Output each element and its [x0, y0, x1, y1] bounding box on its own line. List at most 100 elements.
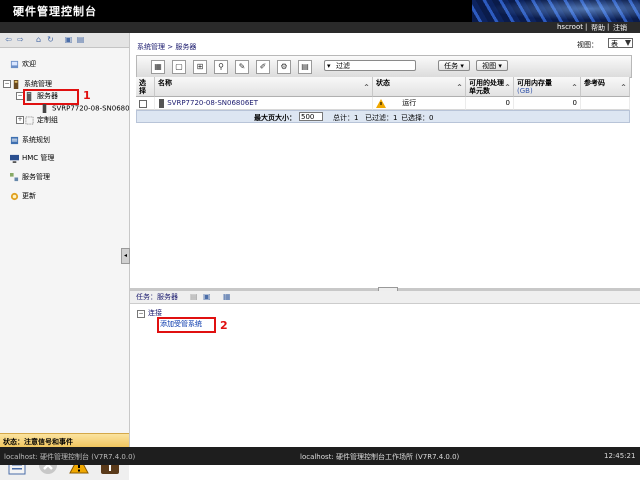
- view-label: 视图：: [577, 41, 598, 49]
- nav-system-plans-label: 系统规划: [22, 136, 50, 144]
- home-icon[interactable]: ⌂: [34, 36, 43, 44]
- nav-system-mgmt-label: 系统管理: [24, 80, 52, 88]
- user-bar: hscroot | 帮助 | 注销: [0, 22, 640, 33]
- nav-service-management[interactable]: 服务管理: [10, 172, 50, 182]
- nav-welcome-label: 欢迎: [22, 60, 36, 68]
- highlight-box-1: [23, 89, 79, 105]
- tasks-title: 任务：服务器: [136, 293, 178, 301]
- tasks-view-icon[interactable]: ▣: [203, 292, 211, 301]
- tasks-panel: 任务：服务器 ▤ ▣ ▦ − 连接 添加受管系统 2: [130, 291, 640, 447]
- custom-groups-expander[interactable]: +: [16, 116, 24, 124]
- row-avail-mem: 0: [514, 97, 581, 110]
- taskbar-item-workplace[interactable]: localhost: 硬件管理控制台工作场所 (V7R7.4.0.0): [300, 452, 459, 462]
- row-checkbox-cell[interactable]: [136, 97, 155, 110]
- updates-icon: [10, 192, 19, 200]
- filtered-count: 已过滤：1: [365, 114, 398, 122]
- taskbar: localhost: 硬件管理控制台 (V7R7.4.0.0) localhos…: [0, 447, 640, 465]
- system-mgmt-expander[interactable]: −: [3, 80, 11, 88]
- chevron-down-icon: [625, 40, 631, 46]
- navigation-panel: ⇦ ⇨ ⌂ ↻ ▣ ▤ 欢迎 − 系统管理 − 服务器 1 SVRP7720-0…: [0, 33, 143, 480]
- col-select[interactable]: 选择: [136, 77, 155, 97]
- taskbar-item-console[interactable]: localhost: 硬件管理控制台 (V7R7.4.0.0): [4, 452, 135, 462]
- table-row[interactable]: SVRP7720-08-SN06806ET: [155, 97, 373, 110]
- filter-input[interactable]: ▾ 过滤: [324, 60, 416, 71]
- highlight-box-2: [157, 317, 216, 333]
- taskbar-clock: 12:45:21: [604, 452, 636, 460]
- view-select[interactable]: 表: [608, 38, 633, 48]
- back-arrow-icon[interactable]: ⇦: [4, 36, 13, 44]
- main-content: 系统管理 > 服务器 视图： 表 ▦ ▢ ⊞ ⚲ ✎ ✐ ⚙ ▤ ▾ 过滤 任务…: [130, 33, 640, 288]
- title-bar: 硬件管理控制台: [0, 0, 640, 22]
- nav-updates[interactable]: 更新: [10, 191, 36, 201]
- row-status: 运行: [402, 99, 417, 107]
- max-page-label: 最大页大小：: [254, 114, 296, 122]
- views-menu-button[interactable]: 视图 ▾: [476, 60, 508, 71]
- breadcrumb[interactable]: 系统管理 > 服务器: [137, 42, 196, 52]
- nav-welcome[interactable]: 欢迎: [10, 59, 36, 69]
- system-mgmt-icon: [13, 79, 19, 89]
- task-group-expander[interactable]: −: [137, 308, 145, 318]
- server-entry-icon: [42, 104, 47, 113]
- nav-service-mgmt-label: 服务管理: [22, 173, 50, 181]
- row-checkbox[interactable]: [139, 100, 147, 108]
- nav-system-management[interactable]: 系统管理: [12, 79, 52, 89]
- expand-all-icon[interactable]: ▣: [64, 36, 73, 44]
- collapse-nav-handle[interactable]: ◂: [121, 248, 130, 264]
- nav-hmc-mgmt-label: HMC 管理: [22, 154, 55, 162]
- user-name: hscroot: [557, 23, 583, 31]
- tasks-menu-button[interactable]: 任务 ▾: [438, 60, 470, 71]
- row-avail-proc: 0: [466, 97, 514, 110]
- annotation-label-1: 1: [83, 89, 91, 102]
- nav-custom-groups[interactable]: 定制组: [25, 115, 58, 125]
- system-plans-icon: [10, 136, 19, 144]
- status-title: 状态：注意信号和事件: [3, 438, 73, 446]
- col-avail-proc[interactable]: 可用的处理单元数 ^: [466, 77, 514, 97]
- tasks-menu-icon[interactable]: ▦: [223, 292, 231, 301]
- deselect-all-icon[interactable]: ▢: [172, 60, 186, 74]
- column-config-icon[interactable]: ⊞: [193, 60, 207, 74]
- filter-chevron-icon: ▾: [327, 62, 331, 70]
- table-footer: 最大页大小： 500 总计：1 已过滤：1 已选择：0: [136, 110, 630, 123]
- help-link[interactable]: 帮助: [591, 23, 605, 33]
- server-icon: [159, 98, 164, 108]
- annotation-label-2: 2: [220, 319, 228, 332]
- col-status[interactable]: 状态 ^: [373, 77, 466, 97]
- nav-custom-groups-label: 定制组: [37, 116, 58, 124]
- tasks-header: 任务：服务器 ▤ ▣ ▦: [130, 291, 640, 304]
- logoff-link[interactable]: 注销: [613, 23, 627, 33]
- collapse-tasks-icon[interactable]: ▤: [190, 292, 198, 301]
- edit-sort-icon[interactable]: ✎: [235, 60, 249, 74]
- filter-placeholder: 过滤: [336, 62, 350, 70]
- table-toolbar: ▦ ▢ ⊞ ⚲ ✎ ✐ ⚙ ▤ ▾ 过滤 任务 ▾ 视图 ▾: [136, 55, 632, 78]
- show-filter-icon[interactable]: ⚲: [214, 60, 228, 74]
- collapse-all-icon[interactable]: ▤: [76, 36, 85, 44]
- app-title: 硬件管理控制台: [13, 5, 97, 18]
- nav-system-plans[interactable]: 系统规划: [10, 135, 50, 145]
- nav-updates-label: 更新: [22, 192, 36, 200]
- view-select-value: 表: [611, 40, 618, 48]
- total-count: 总计：1: [333, 114, 359, 122]
- nav-hmc-management[interactable]: HMC 管理: [10, 153, 54, 163]
- warning-icon: [376, 98, 386, 108]
- configure-icon[interactable]: ⚙: [277, 60, 291, 74]
- col-ref-code[interactable]: 参考码 ^: [581, 77, 630, 97]
- brand-logo-art: [472, 0, 640, 22]
- clear-sort-icon[interactable]: ✐: [256, 60, 270, 74]
- forward-arrow-icon[interactable]: ⇨: [16, 36, 25, 44]
- row-ref-code: [581, 97, 630, 110]
- server-name-link[interactable]: SVRP7720-08-SN06806ET: [167, 99, 258, 107]
- service-mgmt-icon: [10, 172, 19, 181]
- welcome-icon: [10, 60, 19, 68]
- row-status-cell: 运行: [373, 97, 466, 110]
- max-page-input[interactable]: 500: [299, 112, 323, 121]
- col-avail-mem[interactable]: 可用内存量 (GB) ^: [514, 77, 581, 97]
- properties-icon[interactable]: ▤: [298, 60, 312, 74]
- selected-count: 已选择：0: [401, 114, 434, 122]
- nav-toolbar: ⇦ ⇨ ⌂ ↻ ▣ ▤: [0, 33, 129, 48]
- refresh-icon[interactable]: ↻: [46, 36, 55, 44]
- hmc-monitor-icon: [10, 154, 19, 163]
- nav-server-entry[interactable]: SVRP7720-08-SN06806ET: [40, 104, 143, 113]
- custom-groups-icon: [25, 115, 34, 125]
- col-name[interactable]: 名称 ^: [155, 77, 373, 97]
- select-all-icon[interactable]: ▦: [151, 60, 165, 74]
